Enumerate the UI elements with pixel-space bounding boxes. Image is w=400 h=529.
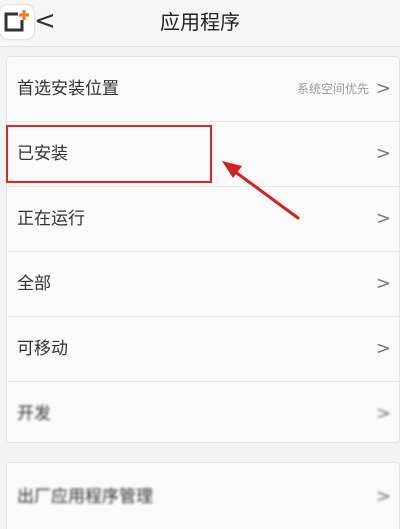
settings-card: 首选安装位置 系统空间优先 > 已安装 > 正在运行 > 全部 > 可移动 > … xyxy=(6,56,400,443)
settings-row-developer[interactable]: 开发 > xyxy=(7,382,399,446)
chevron-right-icon: > xyxy=(375,486,391,507)
settings-row-install-location[interactable]: 首选安装位置 系统空间优先 > xyxy=(7,57,399,121)
chevron-right-icon: > xyxy=(375,338,391,359)
chevron-right-icon: > xyxy=(375,403,391,424)
row-label: 全部 xyxy=(17,274,51,294)
header-bar: < 应用程序 xyxy=(0,0,400,47)
row-label: 正在运行 xyxy=(17,209,85,229)
row-label: 出厂应用程序管理 xyxy=(17,487,153,507)
row-label: 可移动 xyxy=(17,339,68,359)
chevron-right-icon: > xyxy=(375,273,391,294)
highlight-box xyxy=(6,125,212,183)
row-value: 系统空间优先 xyxy=(296,82,369,96)
page-title: 应用程序 xyxy=(160,10,240,34)
settings-row-movable[interactable]: 可移动 > xyxy=(7,317,399,381)
settings-row-factory-apps[interactable]: 出厂应用程序管理 > xyxy=(7,465,399,529)
row-label: 首选安装位置 xyxy=(17,79,119,99)
settings-row-all[interactable]: 全部 > xyxy=(7,252,399,316)
chevron-right-icon: > xyxy=(375,208,391,229)
factory-apps-card: 出厂应用程序管理 > xyxy=(6,462,400,529)
chevron-right-icon: > xyxy=(375,143,391,164)
row-label: 开发 xyxy=(17,404,51,424)
chevron-right-icon: > xyxy=(375,78,391,99)
settings-row-running[interactable]: 正在运行 > xyxy=(7,187,399,251)
